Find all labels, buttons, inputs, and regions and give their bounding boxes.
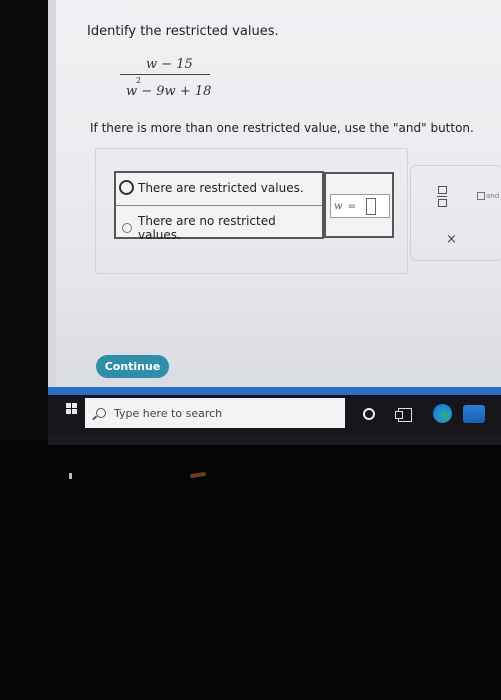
choice-restricted[interactable]: There are restricted values.	[119, 180, 304, 195]
answer-slot[interactable]	[365, 197, 376, 215]
screen-bezel	[0, 0, 48, 440]
and-label: and	[486, 192, 500, 200]
desk-reflection-dot	[69, 473, 72, 479]
numerator: w − 15	[146, 57, 193, 72]
instruction-text: If there is more than one restricted val…	[90, 121, 474, 135]
math-tools-panel: and ×	[410, 165, 501, 261]
continue-button[interactable]: Continue	[96, 355, 169, 378]
denominator: w − 9w + 18	[126, 84, 212, 99]
equals-sign: =	[347, 200, 356, 212]
answer-variable: w	[334, 200, 343, 212]
cortana-icon[interactable]	[363, 408, 375, 420]
fraction-icon[interactable]	[437, 186, 447, 207]
taskbar-search[interactable]: Type here to search	[85, 398, 345, 428]
search-icon	[96, 408, 106, 418]
and-box-icon	[477, 192, 485, 200]
search-placeholder: Type here to search	[114, 406, 223, 420]
radio-selected-icon[interactable]	[119, 180, 134, 195]
edge-browser-icon[interactable]	[433, 404, 452, 423]
fraction-bar	[120, 74, 210, 75]
screen-accent-band	[48, 387, 501, 395]
task-view-icon[interactable]	[395, 408, 412, 422]
store-icon[interactable]	[463, 405, 485, 423]
choice-divider	[116, 205, 322, 206]
answer-box: w =	[324, 172, 394, 238]
left-scroll-edge	[48, 0, 56, 388]
desk-reflection	[189, 471, 207, 479]
rational-expression: w − 15 2 w − 9w + 18	[120, 55, 212, 105]
choice-group: There are restricted values. There are n…	[114, 171, 324, 242]
radio-unselected-icon[interactable]	[122, 223, 132, 233]
clear-icon[interactable]: ×	[446, 232, 457, 247]
choice-no-restricted[interactable]: There are no restricted values.	[122, 214, 322, 242]
question-prompt: Identify the restricted values.	[87, 24, 279, 39]
windows-start-icon[interactable]	[66, 403, 77, 414]
choice-label: There are restricted values.	[138, 180, 304, 195]
answer-input[interactable]: w =	[330, 194, 390, 218]
choice-label: There are no restricted values.	[137, 214, 276, 242]
and-button[interactable]: and	[477, 192, 499, 200]
